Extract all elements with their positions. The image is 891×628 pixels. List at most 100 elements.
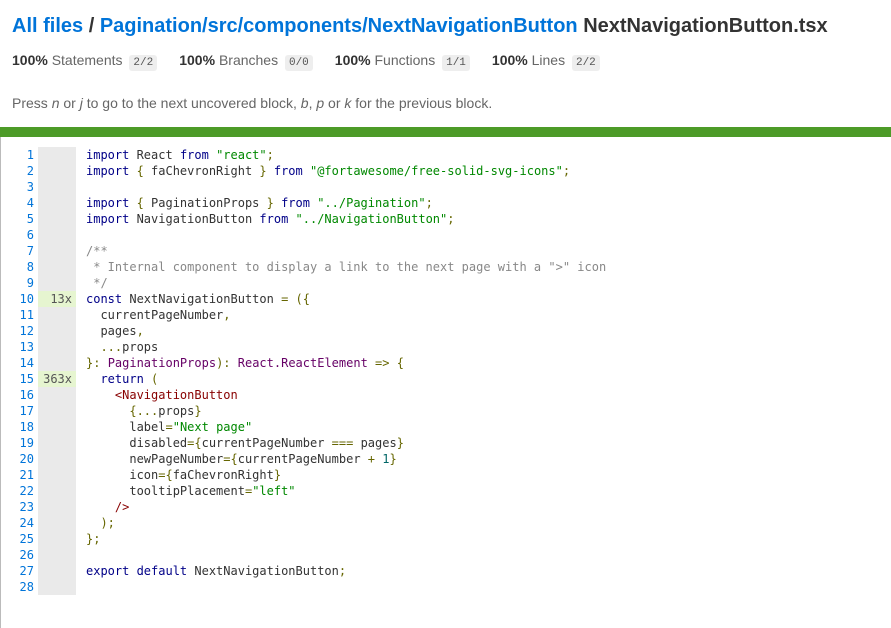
code-listing: 1 import React from "react"; 2 import { faC… <box>0 147 606 595</box>
line-number-link[interactable]: 14 <box>0 355 38 371</box>
hit-count: 13x <box>38 291 76 307</box>
source-text <box>76 547 86 563</box>
code-token: NavigationButton <box>136 212 260 226</box>
hit-count <box>38 563 76 579</box>
line-number-link[interactable]: 27 <box>0 563 38 579</box>
source-text: pages, <box>76 323 144 339</box>
line-number-link[interactable]: 15 <box>0 371 38 387</box>
code-token: currentPageNumber <box>86 308 224 322</box>
source-text: /> <box>76 499 129 515</box>
source-text: }: PaginationProps): React.ReactElement … <box>76 355 404 371</box>
line-number-link[interactable]: 24 <box>0 515 38 531</box>
code-token: { <box>136 164 152 178</box>
code-token: } <box>266 196 282 210</box>
stat-lines: 100% Lines 2/2 <box>492 50 600 73</box>
source-text: import { PaginationProps } from "../Pagi… <box>76 195 433 211</box>
line-number-link[interactable]: 18 <box>0 419 38 435</box>
code-token: currentPageNumber <box>237 452 368 466</box>
line-number-link[interactable]: 19 <box>0 435 38 451</box>
hit-count <box>38 179 76 195</box>
line-number-link[interactable]: 22 <box>0 483 38 499</box>
code-token: const <box>86 292 130 306</box>
source-text: icon={faChevronRight} <box>76 467 281 483</box>
source-text: }; <box>76 531 100 547</box>
code-line: 12 pages, <box>0 323 606 339</box>
line-number-link[interactable]: 3 <box>0 179 38 195</box>
stat-functions: 100% Functions 1/1 <box>335 50 470 73</box>
code-token: ( <box>151 372 159 386</box>
code-token: } <box>396 436 404 450</box>
line-number-link[interactable]: 9 <box>0 275 38 291</box>
code-token: , <box>223 308 231 322</box>
coverage-status-bar <box>0 127 891 137</box>
code-token: import <box>86 148 137 162</box>
stat-fraction: 2/2 <box>129 55 158 71</box>
line-number-link[interactable]: 8 <box>0 259 38 275</box>
file-name: NextNavigationButton.tsx <box>583 15 828 37</box>
code-token: ... <box>86 340 123 354</box>
code-line: 10 13x const NextNavigationButton = ({ <box>0 291 606 307</box>
source-text: <NavigationButton <box>76 387 238 403</box>
source-text: tooltipPlacement="left" <box>76 483 295 499</box>
code-token: ={ <box>158 468 173 482</box>
all-files-link[interactable]: All files <box>12 15 83 37</box>
code-token: = ({ <box>281 292 310 306</box>
line-number-link[interactable]: 20 <box>0 451 38 467</box>
source-text: */ <box>76 275 108 291</box>
stat-fraction: 0/0 <box>284 55 313 71</box>
directory-link[interactable]: Pagination/src/components/NextNavigation… <box>100 15 578 37</box>
code-token: } <box>273 468 282 482</box>
code-line: 24 ); <box>0 515 606 531</box>
code-token: */ <box>86 276 108 290</box>
source-text: label="Next page" <box>76 419 252 435</box>
line-number-link[interactable]: 7 <box>0 243 38 259</box>
code-token: import <box>86 212 137 226</box>
hint-text: for the previous block. <box>351 95 493 111</box>
line-number-link[interactable]: 6 <box>0 227 38 243</box>
hit-count <box>38 467 76 483</box>
stat-statements: 100% Statements 2/2 <box>12 50 158 73</box>
line-number-link[interactable]: 28 <box>0 579 38 595</box>
code-line: 13 ...props <box>0 339 606 355</box>
code-token: disabled <box>86 436 188 450</box>
line-number-link[interactable]: 12 <box>0 323 38 339</box>
line-number-link[interactable]: 23 <box>0 499 38 515</box>
hit-count <box>38 275 76 291</box>
hit-count <box>38 483 76 499</box>
line-number-link[interactable]: 10 <box>0 291 38 307</box>
stat-fraction: 2/2 <box>571 55 600 71</box>
line-number-link[interactable]: 16 <box>0 387 38 403</box>
line-number-link[interactable]: 13 <box>0 339 38 355</box>
line-number-link[interactable]: 5 <box>0 211 38 227</box>
code-line: 5 import NavigationButton from "../Naviga… <box>0 211 606 227</box>
hit-count <box>38 211 76 227</box>
hint-key: p <box>316 95 325 111</box>
hit-count <box>38 435 76 451</box>
source-text: * Internal component to display a link t… <box>76 259 606 275</box>
line-number-link[interactable]: 1 <box>0 147 38 163</box>
line-number-link[interactable]: 11 <box>0 307 38 323</box>
code-token: from <box>259 212 296 226</box>
code-token: ); <box>86 516 115 530</box>
code-line: 3 <box>0 179 606 195</box>
code-token: "../NavigationButton" <box>295 212 448 226</box>
code-line: 23 /> <box>0 499 606 515</box>
code-token: , <box>136 324 144 338</box>
hit-count <box>38 451 76 467</box>
code-token: "Next page" <box>172 420 253 434</box>
hit-count <box>38 579 76 595</box>
code-token: ; <box>447 212 455 226</box>
line-number-link[interactable]: 26 <box>0 547 38 563</box>
hit-count: 363x <box>38 371 76 387</box>
hit-count <box>38 403 76 419</box>
line-number-link[interactable]: 17 <box>0 403 38 419</box>
line-number-link[interactable]: 2 <box>0 163 38 179</box>
source-text: ...props <box>76 339 158 355</box>
code-line: 15 363x return ( <box>0 371 606 387</box>
hit-count <box>38 355 76 371</box>
line-number-link[interactable]: 4 <box>0 195 38 211</box>
stat-branches: 100% Branches 0/0 <box>179 50 313 73</box>
code-token: React.ReactElement <box>237 356 376 370</box>
line-number-link[interactable]: 21 <box>0 467 38 483</box>
line-number-link[interactable]: 25 <box>0 531 38 547</box>
